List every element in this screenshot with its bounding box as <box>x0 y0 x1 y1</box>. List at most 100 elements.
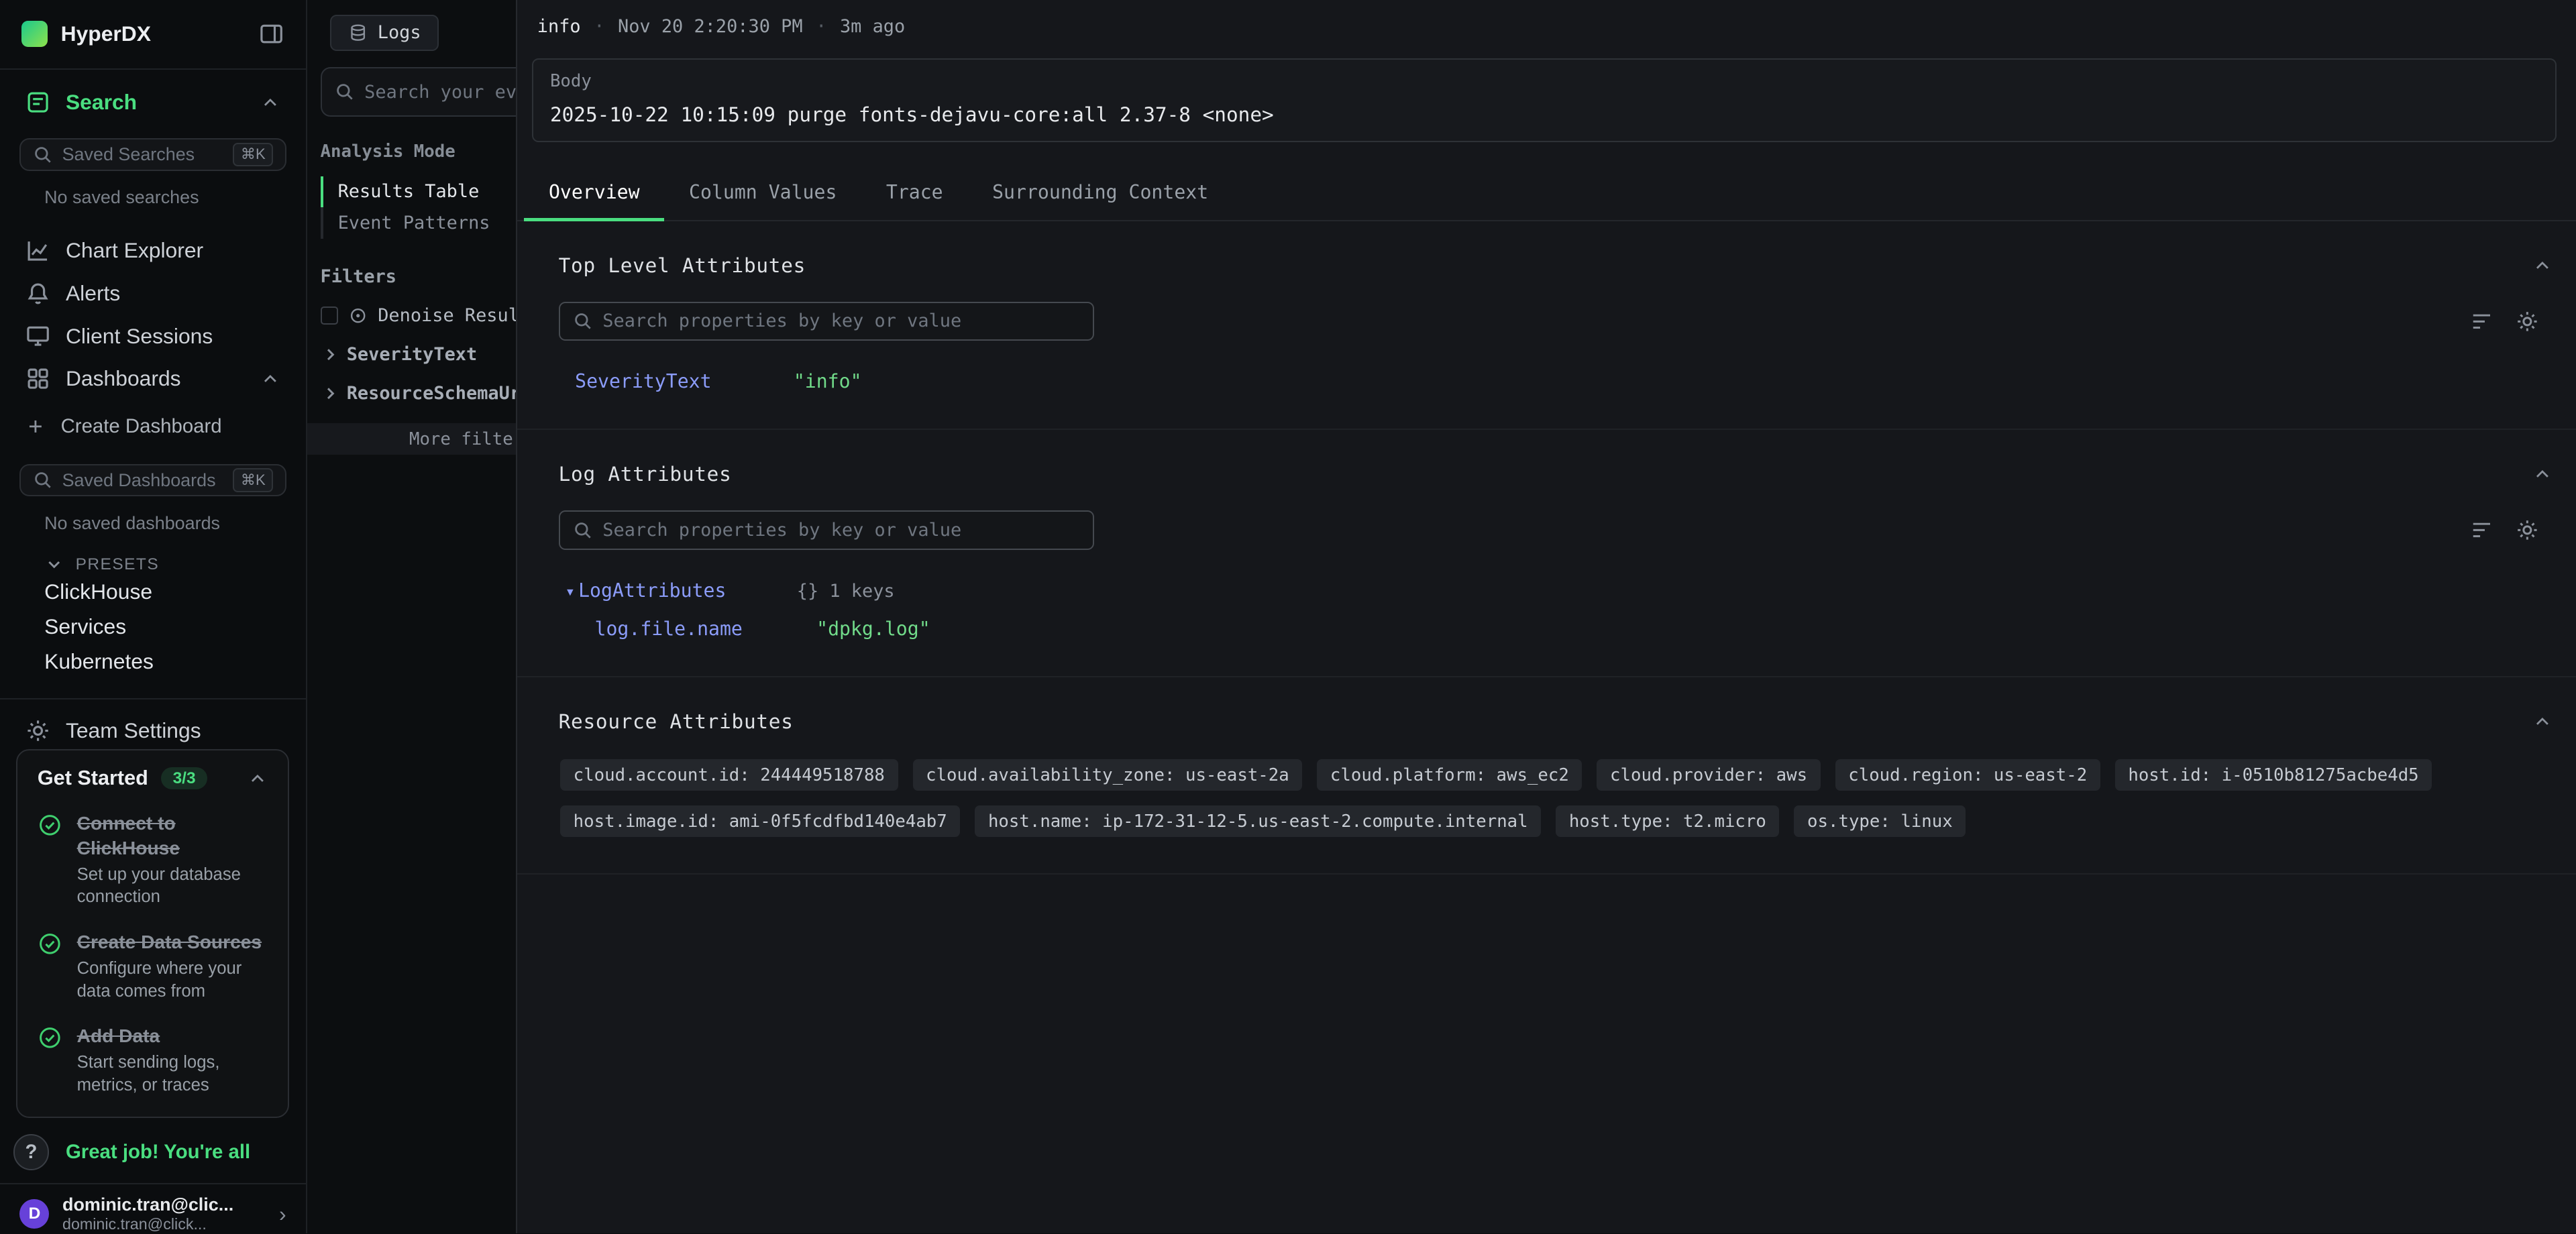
collapse-section-icon[interactable] <box>2532 463 2553 485</box>
get-started-item-subtitle: Set up your database connection <box>77 864 268 909</box>
resource-chip[interactable]: os.type: linux <box>1794 805 1966 837</box>
get-started-item[interactable]: Create Data Sources Configure where your… <box>38 930 268 1003</box>
section-actions <box>2469 309 2540 334</box>
saved-searches-box[interactable]: ⌘K <box>19 138 286 170</box>
help-button[interactable]: ? <box>13 1134 50 1170</box>
collapse-section-icon[interactable] <box>2532 711 2553 732</box>
attribute-key[interactable]: log.file.name <box>595 618 817 640</box>
user-menu[interactable]: D dominic.tran@clic... dominic.tran@clic… <box>0 1183 306 1233</box>
sidebar-item-dashboards[interactable]: Dashboards <box>0 357 306 400</box>
resource-chip[interactable]: cloud.region: us-east-2 <box>1835 759 2100 791</box>
sidebar-item-label: Chart Explorer <box>66 238 203 263</box>
congrats-text: Great job! You're all <box>66 1141 250 1164</box>
resource-chip[interactable]: cloud.platform: aws_ec2 <box>1317 759 1582 791</box>
mode-event-patterns[interactable]: Event Patterns <box>321 207 517 239</box>
filter-group-label: ResourceSchemaUrl <box>347 383 518 404</box>
denoise-results-toggle[interactable]: Denoise Results <box>321 305 517 326</box>
chevron-up-icon[interactable] <box>260 368 281 390</box>
collapse-section-icon[interactable] <box>2532 255 2553 276</box>
preset-item-kubernetes[interactable]: Kubernetes <box>0 644 306 679</box>
event-search-input[interactable] <box>364 82 517 103</box>
filter-group-resourceschemaurl[interactable]: ResourceSchemaUrl <box>321 383 517 404</box>
attribute-value[interactable]: "dpkg.log" <box>816 618 2576 640</box>
saved-dashboards-box[interactable]: ⌘K <box>19 464 286 496</box>
property-search-box[interactable] <box>559 510 1094 550</box>
get-started-header[interactable]: Get Started 3/3 <box>38 767 268 790</box>
tab-overview[interactable]: Overview <box>524 168 664 220</box>
gear-icon[interactable] <box>2515 518 2540 543</box>
filter-group-severitytext[interactable]: SeverityText <box>321 344 517 365</box>
line-wrap-icon[interactable] <box>2469 309 2494 334</box>
search-icon <box>33 470 52 490</box>
gear-icon <box>25 718 51 744</box>
event-header: info · Nov 20 2:20:30 PM · 3m ago <box>517 0 2576 37</box>
shortcut-badge: ⌘K <box>233 468 273 492</box>
sidebar: HyperDX Search ⌘K No saved searches <box>0 0 307 1233</box>
resource-chip[interactable]: cloud.availability_zone: us-east-2a <box>913 759 1303 791</box>
attribute-key[interactable]: ▾LogAttributes <box>565 579 796 602</box>
section-title: Log Attributes <box>559 463 732 486</box>
resource-chip[interactable]: host.id: i-0510b81275acbe4d5 <box>2115 759 2432 791</box>
property-search-box[interactable] <box>559 302 1094 341</box>
preset-item-clickhouse[interactable]: ClickHouse <box>0 575 306 610</box>
attribute-meta: {} 1 keys <box>797 581 2576 602</box>
chevron-up-icon[interactable] <box>260 92 281 113</box>
search-icon <box>335 82 354 101</box>
more-filters-button[interactable]: More filters <box>307 423 517 455</box>
section-header: Log Attributes <box>517 430 2576 486</box>
event-detail-pane: info · Nov 20 2:20:30 PM · 3m ago Body 2… <box>517 0 2576 1233</box>
resource-chip[interactable]: host.image.id: ami-0f5fcdfbd140e4ab7 <box>560 805 960 837</box>
tab-surrounding-context[interactable]: Surrounding Context <box>967 168 1233 220</box>
caret-down-icon[interactable]: ▾ <box>565 581 575 601</box>
attribute-key[interactable]: SeverityText <box>575 370 794 392</box>
filters-label: Filters <box>321 266 517 287</box>
attribute-value[interactable]: "info" <box>794 370 2576 392</box>
sidebar-item-team-settings[interactable]: Team Settings <box>0 713 306 749</box>
chevron-right-icon <box>321 345 340 364</box>
search-section-icon <box>25 89 51 115</box>
resource-chip[interactable]: host.name: ip-172-31-12-5.us-east-2.comp… <box>975 805 1541 837</box>
body-content[interactable]: 2025-10-22 10:15:09 purge fonts-dejavu-c… <box>550 103 2538 126</box>
get-started-item[interactable]: Connect to ClickHouse Set up your databa… <box>38 811 268 909</box>
chevron-up-icon[interactable] <box>247 768 268 789</box>
sidebar-item-client-sessions[interactable]: Client Sessions <box>0 315 306 357</box>
user-names: dominic.tran@clic... dominic.tran@click.… <box>62 1194 266 1233</box>
denoise-label: Denoise Results <box>378 305 517 326</box>
preset-item-services[interactable]: Services <box>0 610 306 644</box>
mode-results-table[interactable]: Results Table <box>321 176 517 208</box>
resource-chip[interactable]: host.type: t2.micro <box>1556 805 1779 837</box>
progress-badge: 3/3 <box>161 767 207 789</box>
monitor-icon <box>25 323 51 349</box>
tab-column-values[interactable]: Column Values <box>664 168 861 220</box>
get-started-card: Get Started 3/3 Connect to ClickHouse Se… <box>16 749 289 1118</box>
saved-searches-input[interactable] <box>62 144 223 165</box>
sidebar-item-chart-explorer[interactable]: Chart Explorer <box>0 229 306 272</box>
user-name: dominic.tran@clic... <box>62 1194 266 1215</box>
section-toolbar <box>559 510 2540 550</box>
check-circle-icon <box>38 813 62 838</box>
presets-toggle[interactable]: PRESETS <box>44 555 306 574</box>
gear-icon[interactable] <box>2515 309 2540 334</box>
sidebar-item-search[interactable]: Search <box>0 85 306 121</box>
event-search-box[interactable] <box>321 67 518 116</box>
resource-chip-list: cloud.account.id: 244449518788 cloud.ava… <box>560 759 2540 837</box>
resource-chip[interactable]: cloud.account.id: 244449518788 <box>560 759 898 791</box>
no-saved-searches-text: No saved searches <box>44 187 286 208</box>
property-search-input[interactable] <box>602 311 1079 331</box>
property-search-input[interactable] <box>602 520 1079 541</box>
tab-trace[interactable]: Trace <box>861 168 967 220</box>
saved-dashboards-input[interactable] <box>62 470 223 491</box>
get-started-item-subtitle: Configure where your data comes from <box>77 958 268 1003</box>
section-resource-attributes: Resource Attributes cloud.account.id: 24… <box>517 677 2576 875</box>
denoise-checkbox[interactable] <box>321 306 339 325</box>
get-started-item[interactable]: Add Data Start sending logs, metrics, or… <box>38 1024 268 1097</box>
brand[interactable]: HyperDX <box>21 21 151 47</box>
collapse-sidebar-icon[interactable] <box>258 21 284 47</box>
source-select-button[interactable]: Logs <box>330 15 439 51</box>
resource-chip[interactable]: cloud.provider: aws <box>1597 759 1820 791</box>
sidebar-item-alerts[interactable]: Alerts <box>0 272 306 315</box>
presets-label: PRESETS <box>76 555 160 574</box>
create-dashboard-button[interactable]: Create Dashboard <box>0 406 306 446</box>
line-wrap-icon[interactable] <box>2469 518 2494 543</box>
section-toolbar <box>559 302 2540 341</box>
